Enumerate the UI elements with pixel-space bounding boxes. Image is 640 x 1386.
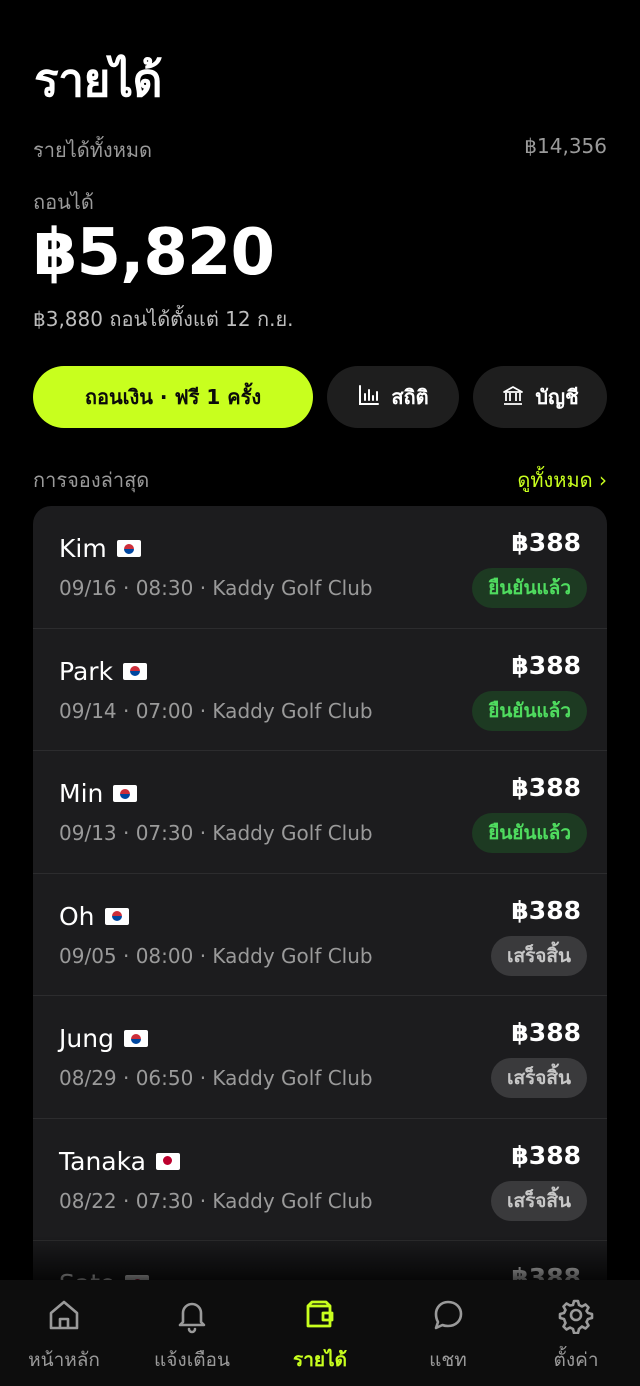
page-title: รายได้ xyxy=(34,53,163,107)
customer-name: Kim xyxy=(59,534,107,563)
status-badge: ยืนยันแล้ว xyxy=(472,568,587,608)
korea-flag-icon xyxy=(116,540,141,557)
customer-name: Tanaka xyxy=(59,1146,146,1176)
status-badge: เสร็จสิ้น xyxy=(490,935,587,976)
korea-flag-icon xyxy=(123,662,148,680)
tab-settings[interactable]: ตั้งค่า xyxy=(512,1280,640,1386)
korea-flag-icon xyxy=(104,907,129,925)
withdrawable-amount: ฿5,820 xyxy=(33,216,275,290)
stats-button[interactable]: สถิติ xyxy=(327,366,459,428)
tab-chat-label: แชท xyxy=(429,1349,467,1371)
booking-price: ฿388 xyxy=(511,528,581,557)
booking-price: ฿388 xyxy=(511,773,581,802)
booking-meta: 09/14 · 07:00 · Kaddy Golf Club xyxy=(59,698,373,723)
account-button[interactable]: บัญชี xyxy=(473,366,607,428)
customer-name: Oh xyxy=(59,901,95,931)
customer-name: Jung xyxy=(59,1024,114,1053)
booking-price: ฿388 xyxy=(511,1018,581,1047)
wallet-icon xyxy=(301,1296,339,1345)
tab-earnings-label: รายได้ xyxy=(293,1349,347,1371)
korea-flag-icon xyxy=(123,1030,148,1047)
tab-home-label: หน้าหลัก xyxy=(28,1349,100,1371)
booking-row[interactable]: Min 09/13 · 07:30 · Kaddy Golf Club ฿388… xyxy=(33,751,607,874)
bar-chart-icon xyxy=(357,383,381,412)
tab-chat[interactable]: แชท xyxy=(384,1280,512,1386)
booking-price: ฿388 xyxy=(511,650,581,680)
total-earnings-value: ฿14,356 xyxy=(524,134,607,158)
account-button-label: บัญชี xyxy=(535,385,579,409)
recent-bookings-header: การจองล่าสุด ดูทั้งหมด › xyxy=(33,464,607,496)
status-badge: ยืนยันแล้ว xyxy=(472,813,587,853)
recent-bookings-title: การจองล่าสุด xyxy=(33,468,150,492)
japan-flag-icon xyxy=(155,1152,180,1170)
tab-home[interactable]: หน้าหลัก xyxy=(0,1280,128,1386)
booking-meta: 08/22 · 07:30 · Kaddy Golf Club xyxy=(59,1188,373,1213)
booking-price: ฿388 xyxy=(511,1140,581,1170)
booking-price: ฿388 xyxy=(511,895,581,925)
customer-name: Park xyxy=(59,656,114,686)
pending-note: ฿3,880 ถอนได้ตั้งแต่ 12 ก.ย. xyxy=(33,307,294,331)
booking-row[interactable]: Kim 09/16 · 08:30 · Kaddy Golf Club ฿388… xyxy=(33,506,607,629)
booking-meta: 08/29 · 06:50 · Kaddy Golf Club xyxy=(59,1066,373,1090)
korea-flag-icon xyxy=(113,785,138,802)
booking-row[interactable]: Tanaka 08/22 · 07:30 · Kaddy Golf Club ฿… xyxy=(33,1119,607,1241)
customer-name: Min xyxy=(59,779,104,808)
withdrawable-label: ถอนได้ xyxy=(33,190,94,214)
home-icon xyxy=(45,1296,83,1345)
bank-icon xyxy=(501,383,525,412)
total-earnings-label: รายได้ทั้งหมด xyxy=(33,138,153,162)
stats-button-label: สถิติ xyxy=(391,385,429,409)
booking-customer: Park xyxy=(59,656,148,686)
tab-settings-label: ตั้งค่า xyxy=(553,1349,599,1371)
booking-customer: Tanaka xyxy=(59,1147,180,1176)
chat-icon xyxy=(429,1296,467,1345)
withdraw-button-label: ถอนเงิน · ฟรี 1 ครั้ง xyxy=(84,385,262,409)
bell-icon xyxy=(173,1296,211,1345)
booking-customer: Min xyxy=(59,779,138,808)
booking-meta: 09/16 · 08:30 · Kaddy Golf Club xyxy=(59,576,373,600)
gear-icon xyxy=(557,1296,595,1345)
booking-list: Kim 09/16 · 08:30 · Kaddy Golf Club ฿388… xyxy=(33,506,607,1306)
booking-customer: Oh xyxy=(59,902,129,931)
booking-customer: Kim xyxy=(59,534,141,563)
booking-row[interactable]: Jung 08/29 · 06:50 · Kaddy Golf Club ฿38… xyxy=(33,996,607,1119)
status-badge: เสร็จสิ้น xyxy=(490,1180,587,1221)
tab-earnings[interactable]: รายได้ xyxy=(256,1280,384,1386)
status-badge: เสร็จสิ้น xyxy=(490,1058,587,1098)
booking-customer: Jung xyxy=(59,1024,148,1053)
status-badge: ยืนยันแล้ว xyxy=(472,690,587,731)
total-earnings-row: รายได้ทั้งหมด ฿14,356 xyxy=(33,134,607,166)
view-all-link[interactable]: ดูทั้งหมด › xyxy=(517,464,607,496)
tab-notifications-label: แจ้งเตือน xyxy=(154,1349,230,1371)
bottom-tab-bar: หน้าหลัก แจ้งเตือน รายได้ แชท ตั้งค่า xyxy=(0,1280,640,1386)
booking-row[interactable]: Park 09/14 · 07:00 · Kaddy Golf Club ฿38… xyxy=(33,629,607,751)
booking-meta: 09/05 · 08:00 · Kaddy Golf Club xyxy=(59,943,373,968)
withdraw-button[interactable]: ถอนเงิน · ฟรี 1 ครั้ง xyxy=(33,366,313,428)
action-buttons: ถอนเงิน · ฟรี 1 ครั้ง สถิติ บัญชี xyxy=(33,366,607,428)
booking-meta: 09/13 · 07:30 · Kaddy Golf Club xyxy=(59,821,373,845)
booking-row[interactable]: Oh 09/05 · 08:00 · Kaddy Golf Club ฿388 … xyxy=(33,874,607,996)
tab-notifications[interactable]: แจ้งเตือน xyxy=(128,1280,256,1386)
